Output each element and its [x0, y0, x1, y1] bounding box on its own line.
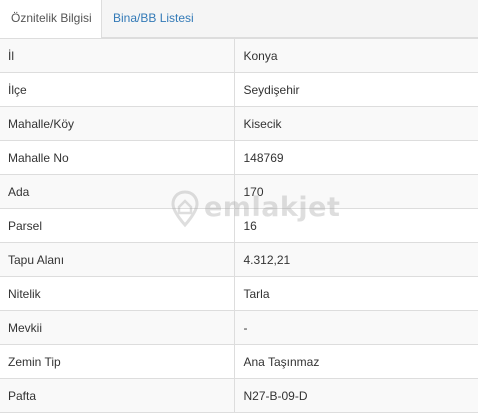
tab-building-list[interactable]: Bina/BB Listesi	[102, 0, 194, 38]
table-row: Tapu Alanı 4.312,21	[0, 242, 478, 277]
row-key: Tapu Alanı	[0, 242, 235, 277]
row-key: Zemin Tip	[0, 344, 235, 379]
row-value: 148769	[234, 140, 478, 175]
tab-attribute-info[interactable]: Öznitelik Bilgisi	[0, 0, 102, 39]
row-value: N27-B-09-D	[234, 378, 478, 413]
row-key: Pafta	[0, 378, 235, 413]
table-row: Mahalle No 148769	[0, 140, 478, 175]
row-value: 4.312,21	[234, 242, 478, 277]
table-row: Parsel 16	[0, 208, 478, 243]
table-row: Nitelik Tarla	[0, 276, 478, 311]
attribute-table: İl Konya İlçe Seydişehir Mahalle/Köy Kis…	[0, 38, 478, 413]
row-value: 16	[234, 208, 478, 243]
table-row: Ada 170	[0, 174, 478, 209]
row-value: Seydişehir	[234, 72, 478, 107]
row-key: Mevkii	[0, 310, 235, 345]
row-value: Konya	[234, 38, 478, 73]
row-value: Tarla	[234, 276, 478, 311]
attribute-panel: Öznitelik Bilgisi Bina/BB Listesi İl Kon…	[0, 0, 478, 414]
row-value: -	[234, 310, 478, 345]
row-key: İl	[0, 38, 235, 73]
row-key: Mahalle No	[0, 140, 235, 175]
row-key: Nitelik	[0, 276, 235, 311]
row-key: Parsel	[0, 208, 235, 243]
table-row: Zemin Tip Ana Taşınmaz	[0, 344, 478, 379]
row-value: Kisecik	[234, 106, 478, 141]
row-value: Ana Taşınmaz	[234, 344, 478, 379]
row-key: Ada	[0, 174, 235, 209]
row-value: 170	[234, 174, 478, 209]
table-row: Pafta N27-B-09-D	[0, 378, 478, 413]
row-key: Mahalle/Köy	[0, 106, 235, 141]
table-row: Mevkii -	[0, 310, 478, 345]
table-row: İlçe Seydişehir	[0, 72, 478, 107]
table-row: Mahalle/Köy Kisecik	[0, 106, 478, 141]
row-key: İlçe	[0, 72, 235, 107]
table-row: İl Konya	[0, 38, 478, 73]
tab-bar: Öznitelik Bilgisi Bina/BB Listesi	[0, 0, 478, 39]
